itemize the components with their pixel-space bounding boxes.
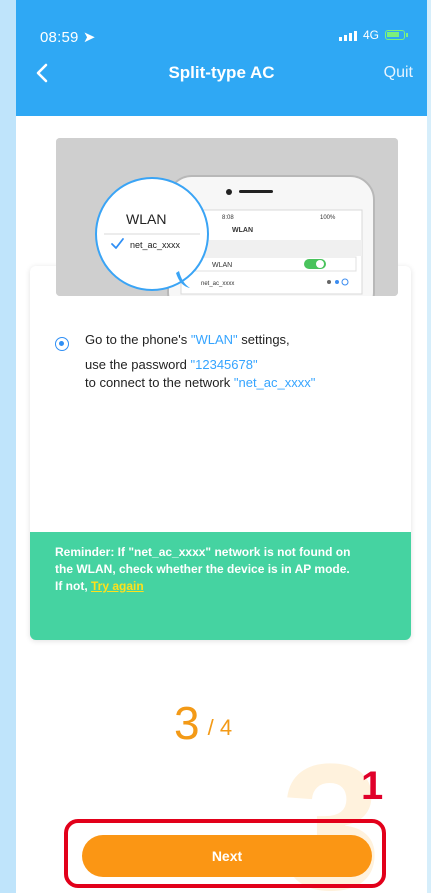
reminder-line-2: the WLAN, check whether the device is in… [55,562,350,576]
next-button[interactable]: Next [82,835,372,877]
phone-wlan-title: WLAN [232,227,253,234]
reminder-panel: Reminder: If "net_ac_xxxx" network is no… [30,532,411,640]
instruction-line-1: Go to the phone's "WLAN" settings, [85,332,290,347]
step-indicator: 3 / 4 [174,700,232,746]
page-title: Split-type AC [168,63,275,82]
instruction-card: Go to the phone's "WLAN" settings, use t… [30,266,411,640]
reminder-line-3: If not, Try again [55,578,399,595]
annotation-marker: 1 [361,764,384,808]
total-steps: / 4 [208,717,233,739]
phone-battery: 100% [320,215,336,221]
instruction-line-2: use the password "12345678" [85,357,258,372]
reminder-line-3-prefix: If not, [55,579,91,593]
phone-network-row: net_ac_xxxx [201,281,234,287]
network-type: 4G [362,28,379,42]
phone-time: 8:08 [222,215,234,221]
instruction-line-1-prefix: Go to the phone's [85,332,191,347]
phone-illustration: 8:08 100% WLAN WLAN net_ac_xxxx WLAN net… [56,138,398,296]
step-separator: / [207,715,214,740]
top-bar: 08:59 ➤ 4G Split-type AC Quit [16,0,427,116]
zoom-wlan-title: WLAN [126,211,166,227]
network-highlight: "net_ac_xxxx" [233,375,316,390]
battery-icon [385,30,408,40]
total-step-value: 4 [219,715,233,740]
instruction-line-1-suffix: settings, [237,332,290,347]
next-button-highlight: Next [64,819,386,888]
reminder-line-1: Reminder: If "net_ac_xxxx" network is no… [55,545,351,559]
instruction-line-3-prefix: to connect to the network [85,375,234,390]
status-indicators: 4G [338,28,408,42]
location-icon: ➤ [82,29,96,46]
status-time-text: 08:59 [40,29,79,46]
selected-radio-icon [55,337,69,351]
reminder-text: Reminder: If "net_ac_xxxx" network is no… [55,544,399,595]
phone-wlan-row: WLAN [212,262,232,269]
wlan-illustration: 8:08 100% WLAN WLAN net_ac_xxxx WLAN net… [56,138,398,296]
status-time: 08:59 ➤ [40,28,96,46]
try-again-link[interactable]: Try again [91,579,144,593]
zoom-network-name: net_ac_xxxx [130,240,181,250]
password-highlight: "12345678" [190,357,258,372]
instruction-line-2-prefix: use the password [85,357,191,372]
instruction-line-3: to connect to the network "net_ac_xxxx" [85,375,315,390]
signal-icon [338,30,357,41]
quit-button[interactable]: Quit [384,64,413,82]
current-step: 3 [174,697,200,749]
wlan-highlight: "WLAN" [190,332,238,347]
